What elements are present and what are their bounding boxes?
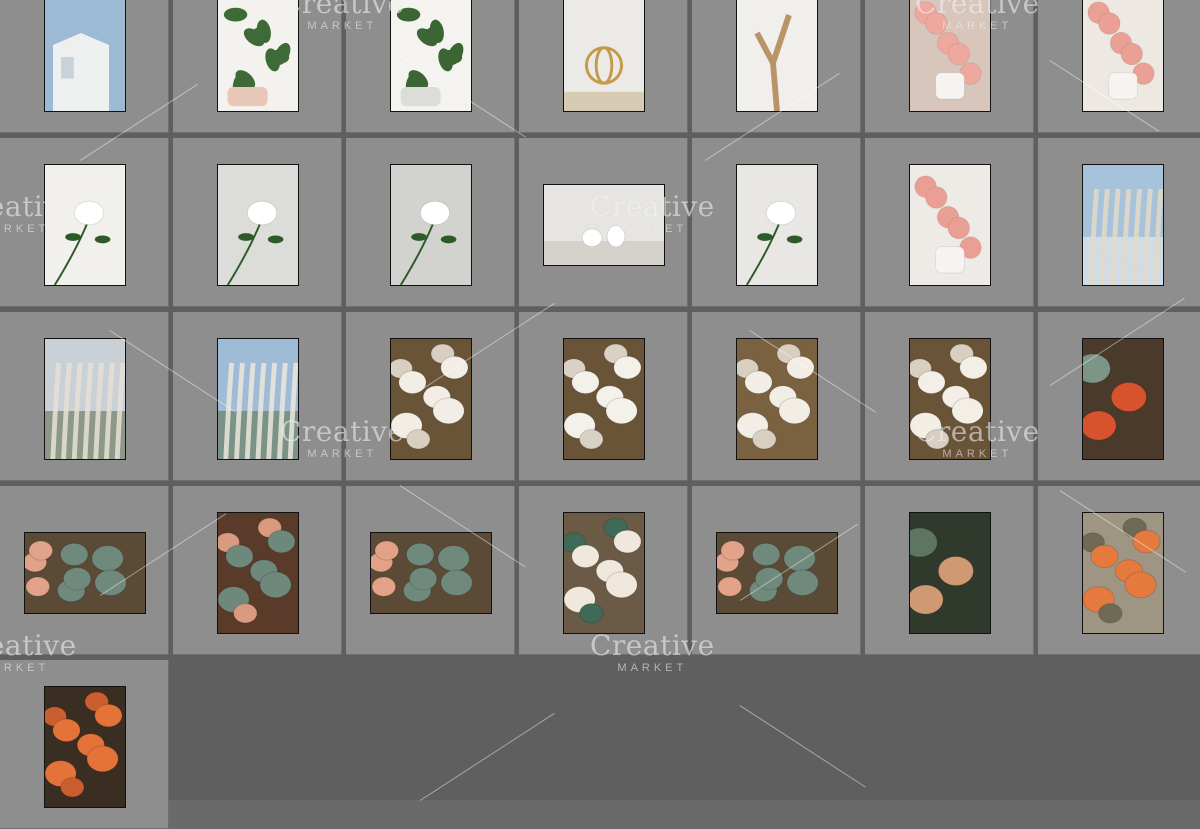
thumbnail-image-pampas-grass[interactable] xyxy=(44,338,126,460)
thumbnail-image-orange-pumpkins-grass[interactable] xyxy=(1082,512,1164,634)
thumbnail-image-gold-orb-decor[interactable] xyxy=(563,0,645,112)
grid-cell-green-pumpkins-group[interactable] xyxy=(692,486,861,655)
grid-cell-green-plant-on-white[interactable] xyxy=(346,0,515,133)
grid-cell-pampas-sky[interactable] xyxy=(1038,138,1200,307)
grid-cell-green-plant-in-hand[interactable] xyxy=(173,0,342,133)
grid-cell-driftwood-branch[interactable] xyxy=(692,0,861,133)
grid-cell-green-pumpkins-crate[interactable] xyxy=(173,486,342,655)
thumbnail-image-orange-pumpkins[interactable] xyxy=(44,686,126,808)
thumbnail-image-green-pumpkins-row[interactable] xyxy=(370,532,492,614)
thumbnail-image-pampas-grass-sky[interactable] xyxy=(217,338,299,460)
thumbnail-image-tan-pumpkin[interactable] xyxy=(909,512,991,634)
thumbnail-image-driftwood-branch[interactable] xyxy=(736,0,818,112)
grid-cell-pampas-grass-sky[interactable] xyxy=(173,312,342,481)
grid-cell-orange-pumpkins-grass[interactable] xyxy=(1038,486,1200,655)
thumbnail-image-pink-roses-leaves[interactable] xyxy=(909,164,991,286)
thumbnail-image-white-house-sky[interactable] xyxy=(44,0,126,112)
grid-cell-white-pumpkins[interactable] xyxy=(346,312,515,481)
grid-cell-orange-pumpkins[interactable] xyxy=(0,660,169,829)
grid-cell-magnolia-bloom[interactable] xyxy=(346,138,515,307)
thumbnail-image-pampas-sky[interactable] xyxy=(1082,164,1164,286)
thumbnail-image-green-plant-in-hand[interactable] xyxy=(217,0,299,112)
thumbnail-image-green-pumpkins[interactable] xyxy=(24,532,146,614)
grid-cell-green-pumpkins-row[interactable] xyxy=(346,486,515,655)
thumbnail-image-white-pumpkins-hay[interactable] xyxy=(736,338,818,460)
thumbnail-image-green-pumpkins-group[interactable] xyxy=(716,532,838,614)
thumbnail-image-white-vases-shelf[interactable] xyxy=(543,184,665,266)
grid-cell-pumpkin-stack[interactable] xyxy=(1038,312,1200,481)
grid-cell-white-pumpkins-pile[interactable] xyxy=(865,312,1034,481)
thumbnail-image-green-pumpkins-crate[interactable] xyxy=(217,512,299,634)
thumbnail-image-pumpkin-stack[interactable] xyxy=(1082,338,1164,460)
grid-cell-white-house-sky[interactable] xyxy=(0,0,169,133)
thumbnail-image-magnolia-bloom[interactable] xyxy=(390,164,472,286)
grid-cell-gold-orb-decor[interactable] xyxy=(519,0,688,133)
grid-cell-tan-pumpkin[interactable] xyxy=(865,486,1034,655)
thumbnail-image-green-plant-on-white[interactable] xyxy=(390,0,472,112)
grid-cell-green-pumpkins[interactable] xyxy=(0,486,169,655)
grid-cell-magnolia-single[interactable] xyxy=(173,138,342,307)
thumbnail-image-white-pumpkins[interactable] xyxy=(390,338,472,460)
grid-cell-pink-roses-table[interactable] xyxy=(1038,0,1200,133)
thumbnail-image-pink-roses-vase[interactable] xyxy=(909,0,991,112)
thumbnail-image-pumpkin-wagon[interactable] xyxy=(563,512,645,634)
grid-cell-magnolia-vases[interactable] xyxy=(692,138,861,307)
grid-cell-magnolia-in-hand[interactable] xyxy=(0,138,169,307)
thumbnail-image-magnolia-in-hand[interactable] xyxy=(44,164,126,286)
thumbnail-image-pink-roses-table[interactable] xyxy=(1082,0,1164,112)
empty-grid-area xyxy=(170,661,1200,800)
grid-cell-white-pumpkins-hay[interactable] xyxy=(692,312,861,481)
grid-cell-pink-roses-leaves[interactable] xyxy=(865,138,1034,307)
thumbnail-image-white-pumpkins-pile[interactable] xyxy=(909,338,991,460)
grid-cell-white-pumpkins-close[interactable] xyxy=(519,312,688,481)
grid-cell-white-vases-shelf[interactable] xyxy=(519,138,688,307)
thumbnail-image-magnolia-vases[interactable] xyxy=(736,164,818,286)
grid-cell-pink-roses-vase[interactable] xyxy=(865,0,1034,133)
thumbnail-image-magnolia-single[interactable] xyxy=(217,164,299,286)
grid-cell-pumpkin-wagon[interactable] xyxy=(519,486,688,655)
thumbnail-image-white-pumpkins-close[interactable] xyxy=(563,338,645,460)
grid-cell-pampas-grass[interactable] xyxy=(0,312,169,481)
